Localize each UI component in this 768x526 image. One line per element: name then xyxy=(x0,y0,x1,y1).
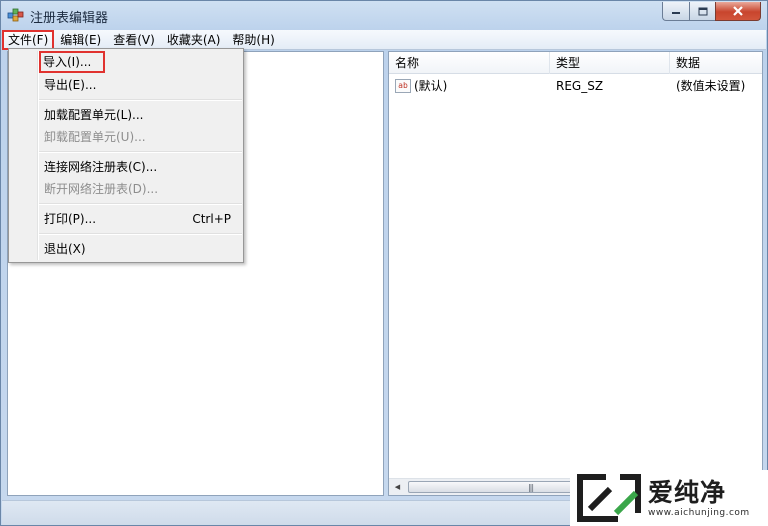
watermark-title: 爱纯净 xyxy=(648,478,727,507)
watermark-text: 爱纯净 www.aichunjing.com xyxy=(648,478,750,518)
menu-view[interactable]: 查看(V) xyxy=(107,30,161,50)
maximize-button[interactable] xyxy=(689,2,715,21)
print-shortcut: Ctrl+P xyxy=(192,212,231,226)
menu-item-load-hive[interactable]: 加载配置单元(L)... xyxy=(11,104,241,126)
list-row[interactable]: ab (默认) REG_SZ (数值未设置) xyxy=(389,76,762,96)
list-header: 名称 类型 数据 xyxy=(389,52,762,74)
watermark: 爱纯净 www.aichunjing.com xyxy=(570,470,768,526)
menu-item-import[interactable]: 导入(I)... xyxy=(39,51,105,73)
column-header-name[interactable]: 名称 xyxy=(389,52,550,74)
menu-item-unload-hive: 卸载配置单元(U)... xyxy=(44,130,146,144)
close-icon xyxy=(733,6,743,16)
value-name: (默认) xyxy=(414,79,448,93)
menu-item-disconnect-network-registry: 断开网络注册表(D)... xyxy=(44,182,159,196)
value-data: (数值未设置) xyxy=(676,79,746,93)
file-menu-dropdown: 导入(I)... 导出(E)... 加载配置单元(L)... 卸载配置单元(U)… xyxy=(8,48,244,263)
window-title: 注册表编辑器 xyxy=(30,11,109,26)
menu-separator xyxy=(39,203,242,205)
column-header-data[interactable]: 数据 xyxy=(670,52,762,74)
menu-item-print[interactable]: 打印(P)... Ctrl+P xyxy=(11,208,241,230)
menu-file[interactable]: 文件(F) xyxy=(2,29,55,50)
window-controls xyxy=(662,2,761,21)
maximize-icon xyxy=(698,7,707,15)
menu-edit[interactable]: 编辑(E) xyxy=(54,30,107,50)
menu-help[interactable]: 帮助(H) xyxy=(226,30,280,50)
value-type: REG_SZ xyxy=(556,79,604,93)
menu-separator xyxy=(39,151,242,153)
menu-separator xyxy=(39,99,242,101)
string-value-icon: ab xyxy=(395,79,411,93)
minimize-icon xyxy=(672,12,680,14)
menu-item-print-label: 打印(P)... xyxy=(44,212,97,226)
menu-item-export[interactable]: 导出(E)... xyxy=(11,74,241,96)
title-bar[interactable]: 注册表编辑器 xyxy=(1,1,767,29)
regedit-icon xyxy=(7,8,24,22)
menu-separator xyxy=(39,233,242,235)
value-name-cell: ab (默认) xyxy=(395,76,447,96)
watermark-url: www.aichunjing.com xyxy=(648,508,750,518)
minimize-button[interactable] xyxy=(662,2,689,21)
close-button[interactable] xyxy=(715,2,761,21)
menu-bar: 文件(F) 编辑(E) 查看(V) 收藏夹(A) 帮助(H) xyxy=(2,29,766,50)
menu-item-exit[interactable]: 退出(X) xyxy=(11,238,241,260)
menu-favorites[interactable]: 收藏夹(A) xyxy=(161,30,227,50)
grip-icon: ||| xyxy=(527,482,534,492)
column-header-type[interactable]: 类型 xyxy=(550,52,670,74)
scroll-left-arrow-icon[interactable]: ◀ xyxy=(389,479,406,495)
values-list-pane[interactable]: 名称 类型 数据 ab (默认) REG_SZ (数值未设置) ◀ ||| ▶ xyxy=(388,51,763,496)
menu-item-connect-network-registry[interactable]: 连接网络注册表(C)... xyxy=(11,156,241,178)
watermark-logo-icon xyxy=(577,474,641,522)
